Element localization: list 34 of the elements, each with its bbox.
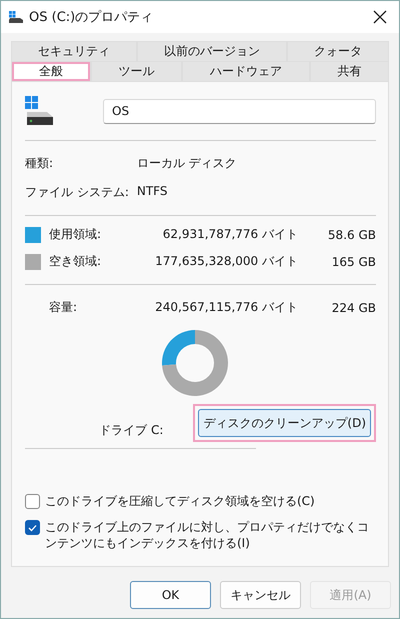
info-label: ファイル システム:: [25, 184, 129, 201]
info-value: ローカル ディスク: [136, 155, 238, 172]
checkbox[interactable]: [25, 520, 40, 535]
tab[interactable]: 以前のバージョン: [137, 41, 287, 61]
tab[interactable]: ハードウェア: [182, 61, 310, 81]
size-value: 224 GB: [330, 300, 376, 314]
tab[interactable]: ツール: [90, 61, 182, 81]
tab[interactable]: 共有: [310, 61, 389, 81]
disk-cleanup-button[interactable]: ディスクのクリーンアップ(D): [198, 409, 371, 437]
tab[interactable]: セキュリティ: [11, 41, 137, 61]
drive-icon: [9, 11, 23, 23]
check-icon: [28, 524, 37, 532]
size-value: 165 GB: [330, 254, 376, 268]
drive-icon: [25, 96, 53, 126]
info-label: 種類:: [25, 155, 54, 172]
checkbox[interactable]: [25, 494, 40, 509]
window-title: OS (C:)のプロパティ: [29, 9, 154, 26]
drive-label: ドライブ C:: [98, 422, 164, 439]
size-value: 58.6 GB: [326, 228, 376, 242]
byte-count: 62,931,787,776 バイト: [162, 226, 298, 243]
checkbox-label: このドライブを圧縮してディスク領域を空ける(C): [45, 493, 315, 509]
close-icon[interactable]: [373, 10, 387, 24]
name-field[interactable]: OS: [103, 98, 376, 124]
space-label: 空き領域:: [49, 253, 102, 270]
tab[interactable]: クォータ: [287, 41, 389, 61]
info-value: NTFS: [136, 184, 168, 200]
space-label: 使用領域:: [49, 226, 102, 243]
capacity-label: 容量:: [49, 299, 78, 316]
tab[interactable]: 全般: [11, 61, 90, 81]
checkbox-label: このドライブ上のファイルに対し、プロパティだけでなくコンテンツにもインデックスを付ける(I): [45, 519, 370, 551]
dialog-button[interactable]: OK: [130, 581, 211, 609]
dialog-button[interactable]: キャンセル: [220, 581, 301, 609]
byte-count: 240,567,115,776 バイト: [155, 299, 298, 316]
byte-count: 177,635,328,000 バイト: [155, 253, 298, 270]
